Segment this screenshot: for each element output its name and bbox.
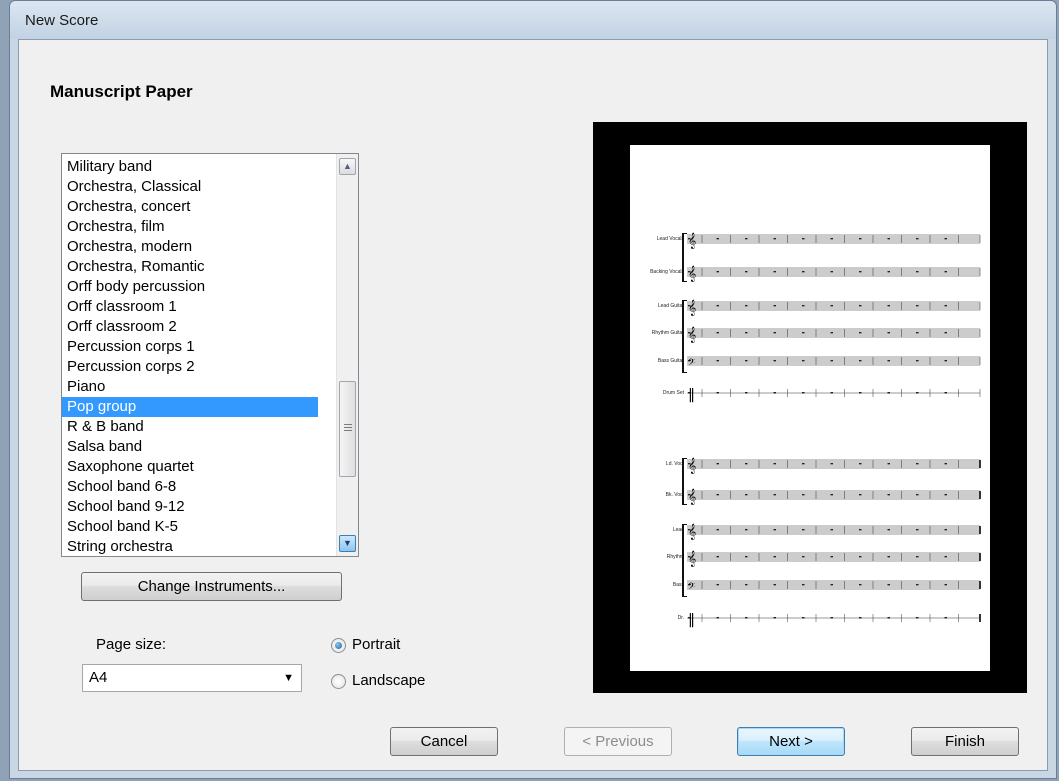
svg-text:𝄞: 𝄞 xyxy=(688,524,696,540)
bracket-icon xyxy=(682,524,687,597)
bracket-icon xyxy=(682,300,687,373)
list-item[interactable]: Salsa band xyxy=(62,437,318,457)
title-bar[interactable]: New Score xyxy=(10,1,1056,39)
finish-button[interactable]: Finish xyxy=(911,727,1019,756)
page-size-value: A4 xyxy=(89,669,108,686)
list-item[interactable]: Military band xyxy=(62,157,318,177)
svg-text:𝄞: 𝄞 xyxy=(688,489,696,505)
list-scrollbar[interactable]: ▲ ▼ xyxy=(336,154,358,556)
change-instruments-button[interactable]: Change Instruments... xyxy=(81,572,342,601)
part-label: Rhythm Guitar xyxy=(651,330,684,336)
chevron-down-icon: ▼ xyxy=(283,672,294,684)
bracket-icon xyxy=(682,233,687,282)
part-label: Ld. Voc. xyxy=(665,461,684,467)
svg-text:𝄢: 𝄢 xyxy=(688,357,695,370)
template-listbox[interactable]: Military band Orchestra, Classical Orchest… xyxy=(61,153,359,557)
part-label: Drum Set xyxy=(662,390,684,396)
part-label: Lead xyxy=(672,527,684,533)
previous-button[interactable]: < Previous xyxy=(564,727,672,756)
scroll-up-button[interactable]: ▲ xyxy=(339,158,356,175)
list-item[interactable]: Orff body percussion xyxy=(62,277,318,297)
list-item[interactable]: Pop group xyxy=(62,397,318,417)
page-size-label: Page size: xyxy=(96,636,167,653)
svg-text:𝄞: 𝄞 xyxy=(688,233,696,249)
landscape-label[interactable]: Landscape xyxy=(352,672,425,689)
svg-text:𝄞: 𝄞 xyxy=(688,551,696,567)
next-button[interactable]: Next > xyxy=(737,727,845,756)
list-item[interactable]: Piano xyxy=(62,377,318,397)
list-item[interactable]: Saxophone quartet xyxy=(62,457,318,477)
svg-text:𝄞: 𝄞 xyxy=(688,458,696,474)
portrait-label[interactable]: Portrait xyxy=(352,636,400,653)
portrait-radio[interactable] xyxy=(331,638,346,653)
part-label: Dr. xyxy=(677,615,684,621)
preview-paper: 𝄞 𝄞 𝄞 𝄞 𝄢 ‖ 𝄞 𝄞 𝄞 𝄞 𝄢 ‖ Lead Vocals Backing Vocals Le… xyxy=(630,145,990,671)
part-label: Bk. Voc. xyxy=(665,492,684,498)
list-item[interactable]: Percussion corps 2 xyxy=(62,357,318,377)
page-heading: Manuscript Paper xyxy=(50,82,193,101)
svg-text:‖: ‖ xyxy=(688,387,695,403)
grip-icon xyxy=(344,424,352,431)
list-item[interactable]: Orff classroom 1 xyxy=(62,297,318,317)
scroll-thumb[interactable] xyxy=(339,381,356,477)
svg-text:𝄞: 𝄞 xyxy=(688,327,696,343)
svg-text:‖: ‖ xyxy=(688,612,695,628)
list-item[interactable]: School band 6-8 xyxy=(62,477,318,497)
svg-text:𝄞: 𝄞 xyxy=(688,300,696,316)
list-item[interactable]: Orchestra, concert xyxy=(62,197,318,217)
part-label: Rhythm xyxy=(666,554,684,560)
part-label: Bass Guitar xyxy=(657,358,684,364)
list-item[interactable]: Percussion corps 1 xyxy=(62,337,318,357)
cancel-button[interactable]: Cancel xyxy=(390,727,498,756)
score-preview: 𝄞 𝄞 𝄞 𝄞 𝄢 ‖ 𝄞 𝄞 𝄞 𝄞 𝄢 ‖ Lead Vocals Backing Vocals Le… xyxy=(593,122,1027,693)
part-label: Backing Vocals xyxy=(650,269,684,275)
svg-text:𝄢: 𝄢 xyxy=(688,581,695,594)
list-item[interactable]: Orff classroom 2 xyxy=(62,317,318,337)
part-label: Lead Vocals xyxy=(656,236,684,242)
svg-text:𝄞: 𝄞 xyxy=(688,266,696,282)
landscape-radio[interactable] xyxy=(331,674,346,689)
dialog-body: Manuscript Paper Military band Orchestra,… xyxy=(18,39,1048,771)
part-label: Lead Guitar xyxy=(657,303,684,309)
window-title: New Score xyxy=(25,12,99,29)
list-item[interactable]: Orchestra, modern xyxy=(62,237,318,257)
template-list-items: Military band Orchestra, Classical Orchest… xyxy=(62,157,318,556)
list-item[interactable]: Orchestra, Classical xyxy=(62,177,318,197)
list-item[interactable]: String orchestra xyxy=(62,537,318,556)
bracket-icon xyxy=(682,458,687,505)
scroll-down-button[interactable]: ▼ xyxy=(339,535,356,552)
new-score-dialog: New Score Manuscript Paper Military band… xyxy=(9,0,1057,779)
list-item[interactable]: School band K-5 xyxy=(62,517,318,537)
list-item[interactable]: Orchestra, film xyxy=(62,217,318,237)
page-size-select[interactable]: A4 ▼ xyxy=(82,664,302,692)
list-item[interactable]: Orchestra, Romantic xyxy=(62,257,318,277)
list-item[interactable]: School band 9-12 xyxy=(62,497,318,517)
list-item[interactable]: R & B band xyxy=(62,417,318,437)
part-label: Bass xyxy=(672,582,684,588)
